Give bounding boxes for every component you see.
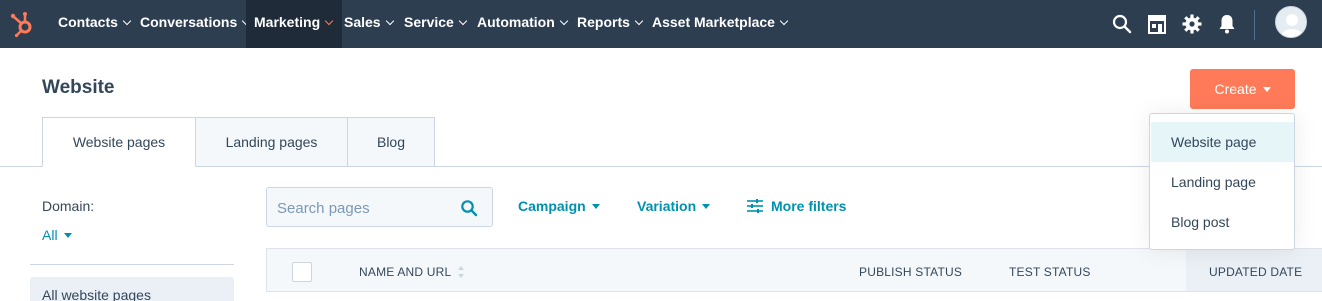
more-filters-button[interactable]: More filters: [747, 198, 846, 214]
settings-icon[interactable]: [1180, 12, 1204, 36]
search-icon[interactable]: [460, 199, 478, 217]
nav-automation[interactable]: Automation: [465, 0, 577, 48]
nav-asset-marketplace-label: Asset Marketplace: [652, 14, 775, 30]
tab-landing-pages[interactable]: Landing pages: [195, 117, 348, 167]
nav-asset-marketplace[interactable]: Asset Marketplace: [640, 0, 797, 48]
nav-reports[interactable]: Reports: [565, 0, 652, 48]
column-header-name-and-url-label: NAME AND URL: [359, 265, 452, 279]
sidebar-divider: [30, 264, 234, 265]
create-button[interactable]: Create: [1190, 69, 1295, 109]
caret-down-icon: [1262, 87, 1271, 92]
nav-conversations-label: Conversations: [140, 14, 238, 30]
tab-blog[interactable]: Blog: [347, 117, 435, 167]
create-dropdown-menu: Website page Landing page Blog post: [1149, 113, 1295, 250]
create-button-label: Create: [1214, 81, 1257, 97]
campaign-filter-label: Campaign: [518, 198, 586, 214]
variation-filter[interactable]: Variation: [637, 198, 711, 214]
variation-filter-label: Variation: [637, 198, 697, 214]
select-all-checkbox[interactable]: [292, 262, 312, 282]
nav-reports-label: Reports: [577, 14, 630, 30]
nav-automation-label: Automation: [477, 14, 555, 30]
column-header-updated-date[interactable]: UPDATED DATE: [1209, 265, 1302, 279]
nav-service[interactable]: Service: [392, 0, 476, 48]
nav-service-label: Service: [404, 14, 454, 30]
menu-item-website-page[interactable]: Website page: [1151, 122, 1294, 162]
hubspot-logo-icon[interactable]: [8, 9, 38, 39]
top-navigation-bar: Contacts Conversations Marketing Sales S…: [0, 0, 1322, 48]
nav-sales-label: Sales: [344, 14, 381, 30]
domain-label: Domain:: [42, 198, 95, 214]
nav-marketing-label: Marketing: [254, 14, 321, 30]
caret-down-icon: [591, 204, 600, 209]
tab-website-pages[interactable]: Website pages: [42, 117, 196, 167]
sliders-icon: [747, 199, 763, 213]
chevron-down-icon: [779, 16, 789, 26]
notifications-bell-icon[interactable]: [1215, 12, 1239, 36]
search-icon[interactable]: [1110, 12, 1134, 36]
caret-down-icon: [702, 204, 711, 209]
marketplace-icon[interactable]: [1145, 12, 1169, 36]
sort-icon: [458, 266, 465, 278]
page-title: Website: [42, 77, 115, 98]
column-header-name-and-url[interactable]: NAME AND URL: [359, 265, 465, 279]
nav-marketing[interactable]: Marketing: [246, 0, 343, 48]
campaign-filter[interactable]: Campaign: [518, 198, 600, 214]
nav-contacts-label: Contacts: [58, 14, 118, 30]
nav-contacts[interactable]: Contacts: [46, 0, 140, 48]
user-avatar[interactable]: [1275, 6, 1307, 38]
caret-down-icon: [63, 233, 72, 238]
nav-divider: [1254, 10, 1255, 40]
more-filters-label: More filters: [771, 198, 847, 214]
search-pages-box[interactable]: [266, 187, 493, 227]
search-pages-input[interactable]: [277, 197, 447, 219]
menu-item-landing-page[interactable]: Landing page: [1151, 162, 1294, 202]
menu-item-blog-post[interactable]: Blog post: [1151, 202, 1294, 242]
sidebar-item-all-website-pages[interactable]: All website pages: [30, 277, 234, 301]
nav-conversations[interactable]: Conversations: [128, 0, 259, 48]
column-header-test-status[interactable]: TEST STATUS: [1009, 265, 1091, 279]
domain-dropdown[interactable]: All: [42, 227, 72, 243]
column-header-publish-status[interactable]: PUBLISH STATUS: [859, 265, 962, 279]
user-silhouette-icon: [1281, 14, 1303, 37]
domain-value: All: [42, 227, 58, 243]
